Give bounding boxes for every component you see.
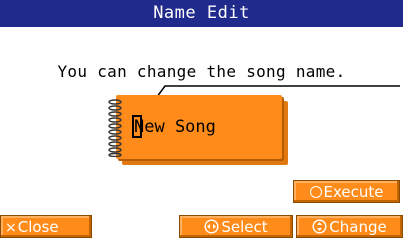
- change-label: Change: [329, 218, 387, 236]
- x-icon: ×: [5, 220, 17, 236]
- song-name-value[interactable]: New Song: [134, 117, 216, 137]
- select-button[interactable]: Select: [179, 215, 293, 238]
- execute-label: Execute: [323, 183, 384, 201]
- circle-icon: [309, 186, 322, 198]
- close-button[interactable]: ×Close: [0, 215, 92, 238]
- close-label: Close: [17, 218, 59, 236]
- spiral-binding-icon: [108, 99, 122, 157]
- dial-left-right-icon: [204, 218, 219, 241]
- song-name-notebook[interactable]: New Song: [108, 95, 288, 165]
- name-edit-screen: Name Edit You can change the song name. …: [0, 0, 403, 243]
- execute-button[interactable]: Execute: [293, 180, 400, 203]
- dial-up-down-icon: [312, 218, 327, 241]
- select-label: Select: [221, 218, 268, 236]
- change-button[interactable]: Change: [296, 215, 403, 238]
